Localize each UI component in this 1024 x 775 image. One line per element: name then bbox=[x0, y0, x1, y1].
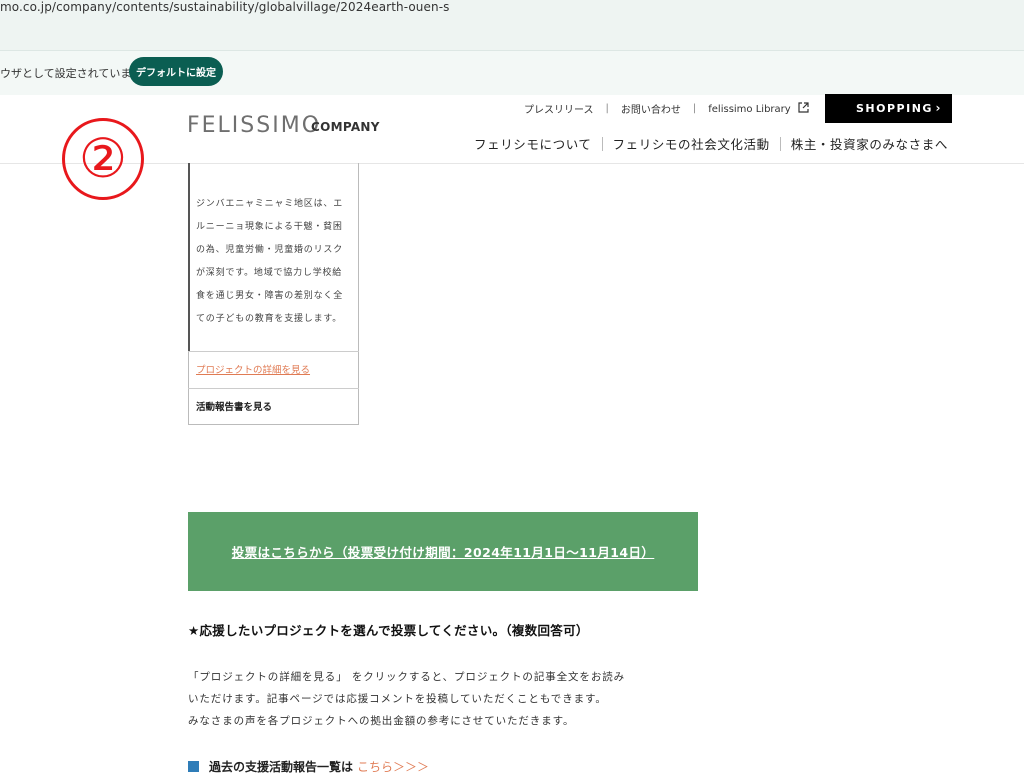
description-line: ての子どもの教育を支援します。 bbox=[196, 314, 343, 324]
external-link-icon bbox=[798, 102, 809, 113]
past-reports-row: 過去の支援活動報告一覧は こちら＞＞＞ bbox=[188, 758, 429, 775]
nav-investors[interactable]: 株主・投資家のみなさまへ bbox=[791, 134, 948, 153]
description-line: ジンバエニャミニャミ地区は、エ bbox=[196, 199, 344, 209]
vote-link[interactable]: 投票はこちらから（投票受け付け期間：2024年11月1日〜11月14日） bbox=[232, 542, 655, 561]
felissimo-logo[interactable]: FELISSIMO bbox=[187, 113, 321, 138]
chevron-right-icon: › bbox=[935, 101, 942, 115]
description-line: の為、児童労働・児童婚のリスク bbox=[196, 245, 344, 255]
vote-banner[interactable]: 投票はこちらから（投票受け付け期間：2024年11月1日〜11月14日） bbox=[188, 512, 698, 591]
card-accent-line bbox=[188, 163, 190, 351]
past-reports-text: 過去の支援活動報告一覧は bbox=[209, 760, 354, 774]
activity-report-link[interactable]: 活動報告書を見る bbox=[196, 399, 272, 413]
main-nav: フェリシモについて フェリシモの社会文化活動 株主・投資家のみなさまへ bbox=[474, 134, 948, 153]
description-line: が深刻です。地域で協力し学校給 bbox=[196, 268, 343, 278]
divider bbox=[188, 388, 359, 389]
paragraph-line: みなさまの声を各プロジェクトへの拠出金額の参考にさせていただきます。 bbox=[188, 715, 575, 727]
description-line: ルニーニョ現象による干魃・貧困 bbox=[196, 222, 343, 232]
project-description: ジンバエニャミニャミ地区は、エ ルニーニョ現象による干魃・貧困 の為、児童労働・… bbox=[196, 193, 354, 331]
separator: | bbox=[692, 103, 697, 114]
vote-instruction-heading: ★応援したいプロジェクトを選んで投票してください。（複数回答可） bbox=[188, 623, 589, 638]
instruction-paragraph: 「プロジェクトの詳細を見る」 をクリックすると、プロジェクトの記事全文をお読み … bbox=[188, 666, 625, 732]
nav-separator bbox=[779, 136, 781, 151]
divider bbox=[188, 351, 359, 352]
shopping-label: SHOPPING bbox=[856, 102, 933, 115]
paragraph-line: 「プロジェクトの詳細を見る」 をクリックすると、プロジェクトの記事全文をお読み bbox=[188, 671, 626, 683]
nav-social-activities[interactable]: フェリシモの社会文化活動 bbox=[613, 134, 770, 153]
square-bullet-icon bbox=[188, 761, 199, 772]
utility-links: プレスリリース | お問い合わせ | felissimo Library bbox=[524, 101, 809, 116]
shopping-button[interactable]: SHOPPING › bbox=[825, 94, 952, 123]
company-label[interactable]: COMPANY bbox=[311, 120, 380, 134]
nav-about[interactable]: フェリシモについて bbox=[474, 134, 592, 153]
description-line: 食を通じ男女・障害の差別なく全 bbox=[196, 291, 344, 301]
library-label: felissimo Library bbox=[708, 104, 791, 115]
felissimo-library-link[interactable]: felissimo Library bbox=[708, 102, 809, 115]
paragraph-line: いただけます。記事ページでは応援コメントを投稿していただくこともできます。 bbox=[188, 693, 607, 705]
separator: | bbox=[605, 103, 609, 114]
press-release-link[interactable]: プレスリリース bbox=[524, 101, 594, 116]
contact-link[interactable]: お問い合わせ bbox=[621, 101, 681, 116]
url-text[interactable]: mo.co.jp/company/contents/sustainability… bbox=[0, 0, 449, 14]
circled-number-annotation: ② bbox=[62, 118, 144, 200]
set-default-button[interactable]: デフォルトに設定 bbox=[129, 57, 223, 86]
past-reports-link[interactable]: こちら＞＞＞ bbox=[357, 760, 429, 774]
nav-separator bbox=[601, 136, 603, 151]
project-details-link[interactable]: プロジェクトの詳細を見る bbox=[196, 362, 310, 376]
